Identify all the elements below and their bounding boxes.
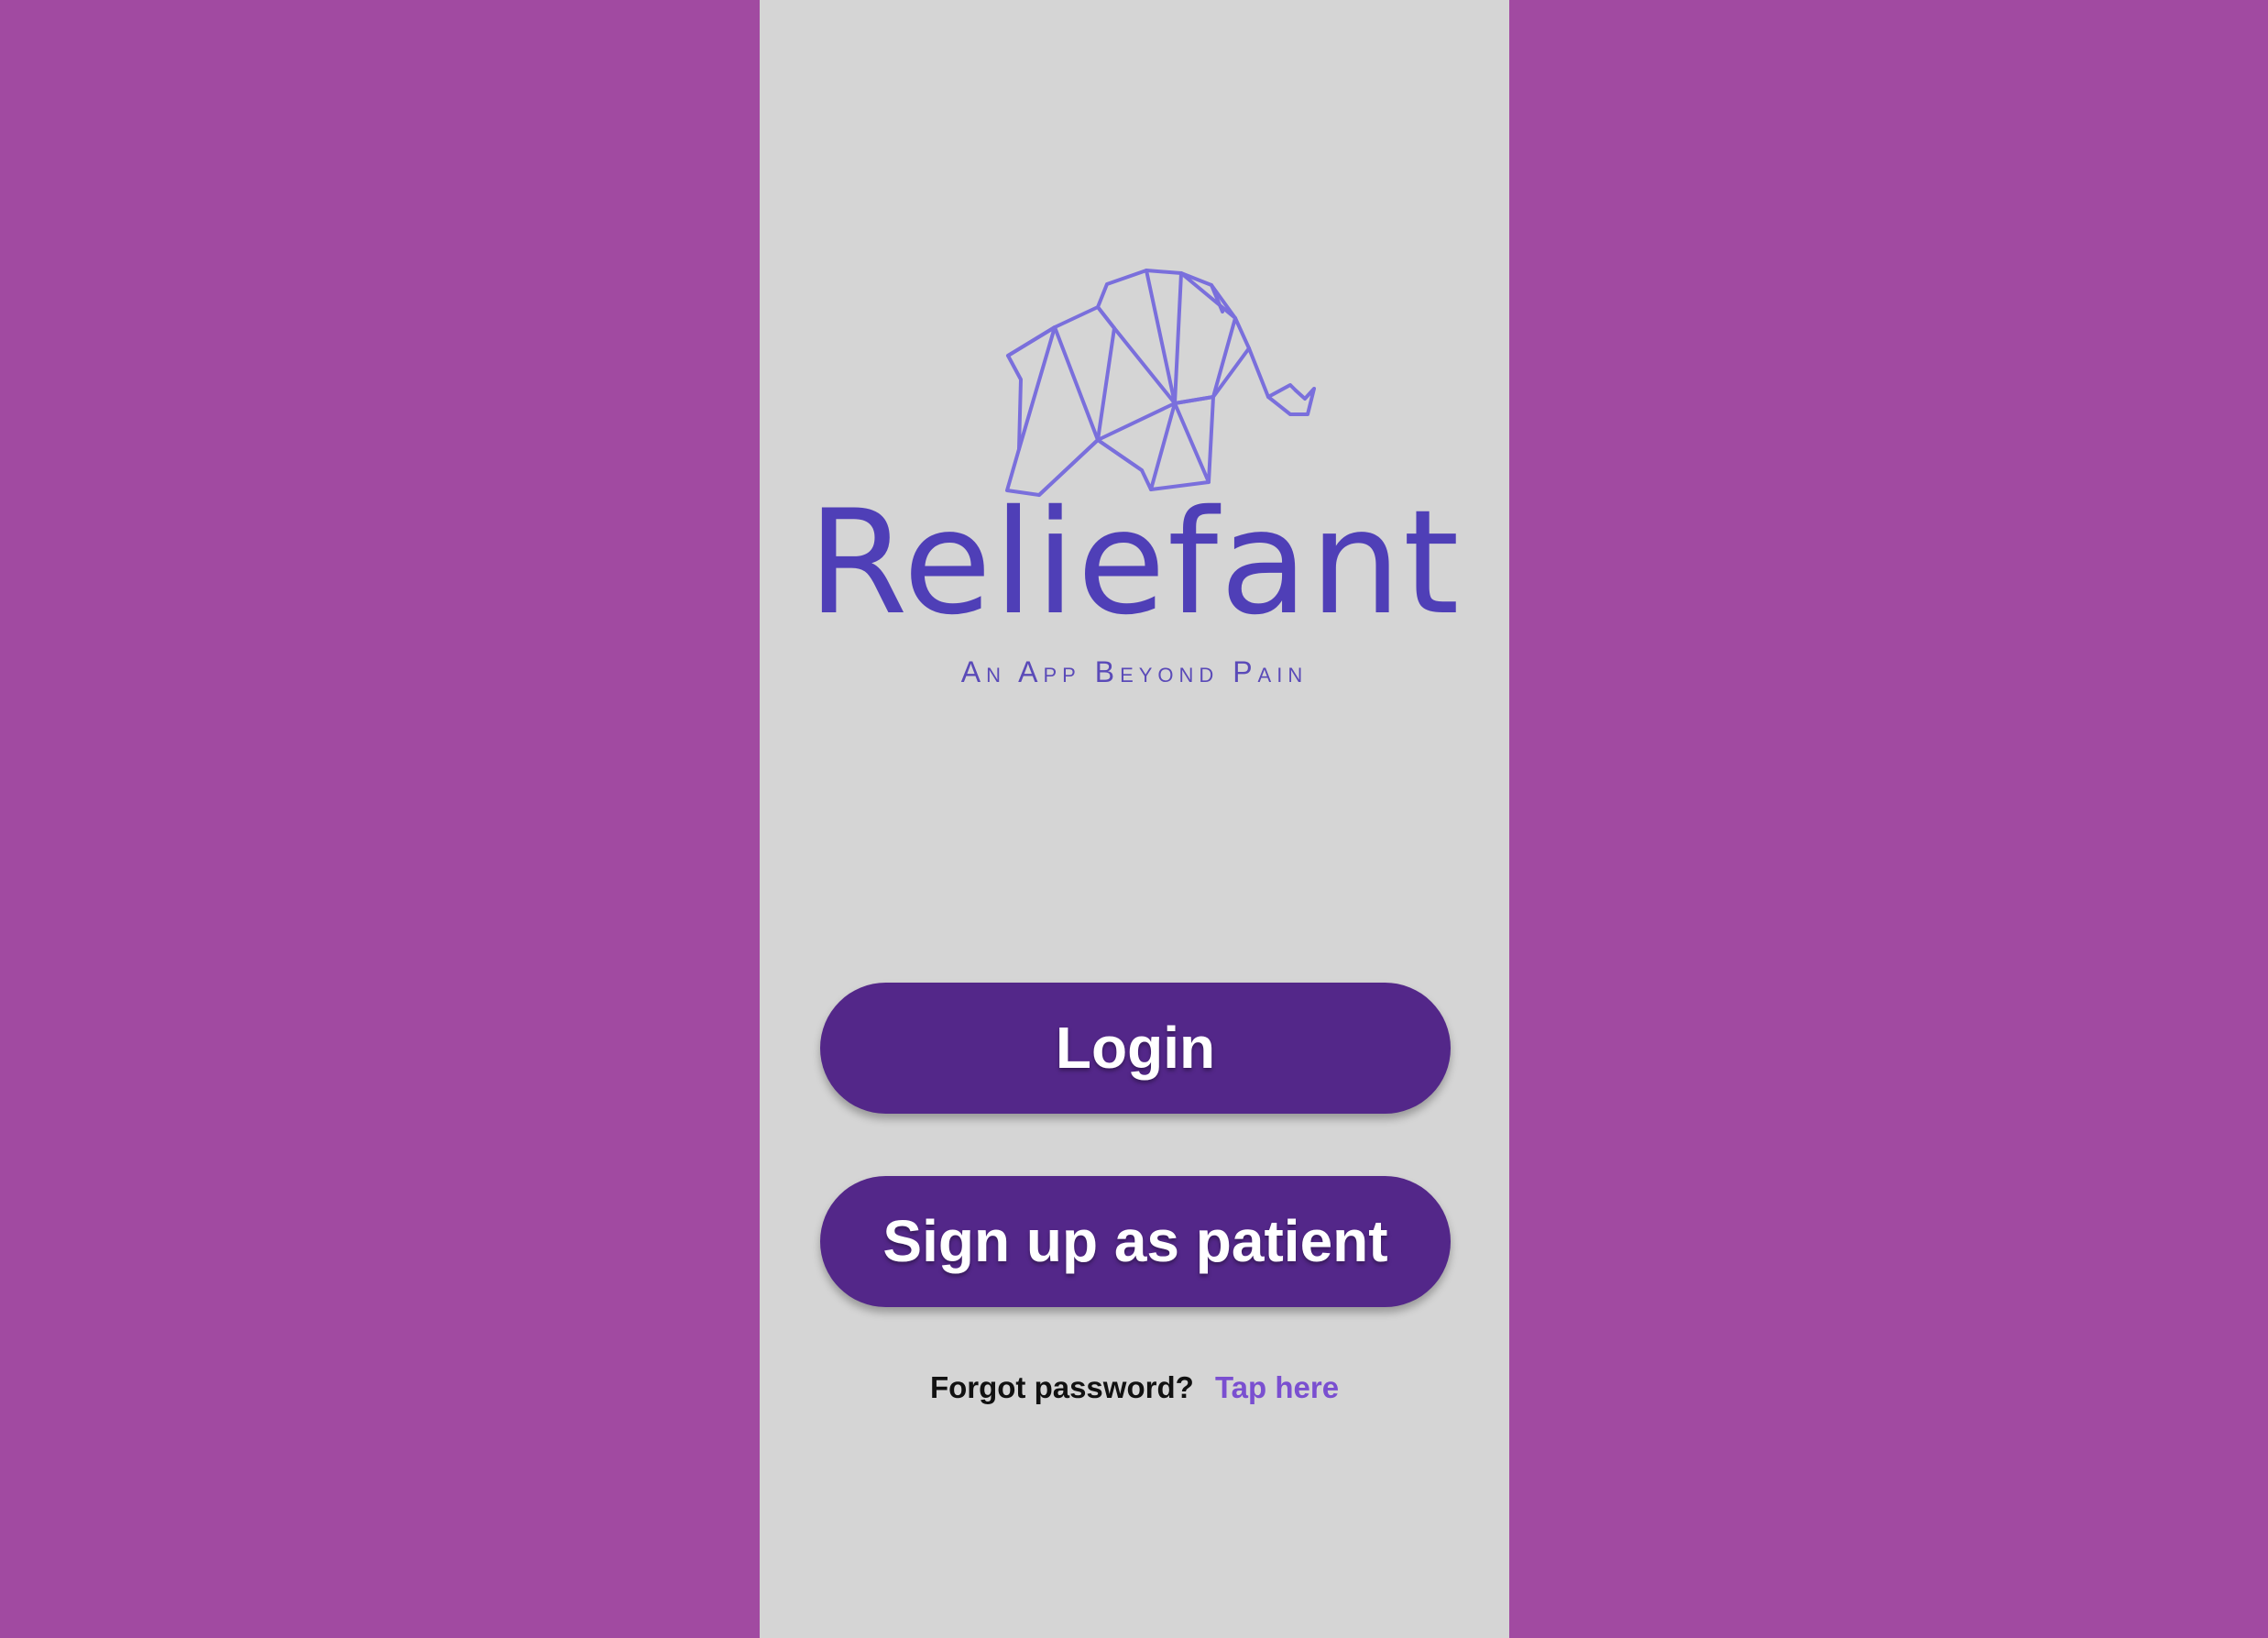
login-button[interactable]: Login <box>820 983 1451 1114</box>
tap-here-link[interactable]: Tap here <box>1215 1370 1339 1404</box>
app-screen: Reliefant An App Beyond Pain Login Sign … <box>760 0 1509 1638</box>
sign-up-as-patient-button[interactable]: Sign up as patient <box>820 1176 1451 1307</box>
brand-name: Reliefant <box>807 479 1462 647</box>
origami-elephant-icon <box>1005 269 1316 497</box>
tagline: An App Beyond Pain <box>960 655 1309 688</box>
forgot-password-prompt: Forgot password? <box>929 1370 1194 1404</box>
forgot-password-row: Forgot password? Tap here <box>760 1369 1509 1406</box>
